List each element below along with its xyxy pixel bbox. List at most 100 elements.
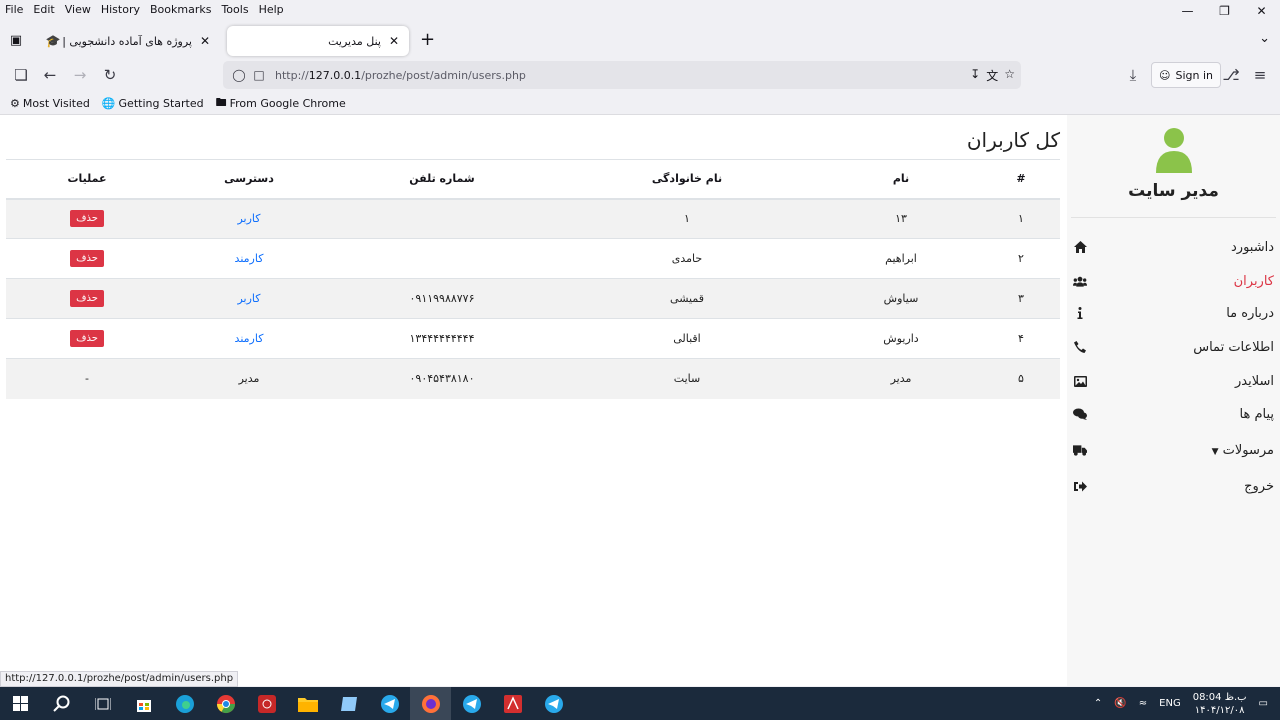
chevron-down-icon[interactable]: ⌄ xyxy=(1259,31,1270,46)
delete-button[interactable]: حذف xyxy=(70,250,104,267)
sidebar-item-logout[interactable]: خروج xyxy=(1073,475,1274,497)
notepad-icon[interactable] xyxy=(328,687,369,720)
notifications-icon[interactable]: ▭ xyxy=(1259,698,1268,709)
menu-history[interactable]: History xyxy=(96,0,145,20)
bookmark-folder-chrome[interactable]: 🖿 From Google Chrome xyxy=(216,94,346,113)
table-row: ۱ ۱۳ ۱ کاربر حذف xyxy=(6,198,1060,239)
tab-admin-panel[interactable]: پنل مدیریت ✕ xyxy=(227,26,409,56)
table-row: ۲ ابراهیم حامدی کارمند حذف xyxy=(6,238,1060,279)
admin-sidebar: مدیر سایت داشبورد کاربران درباره ما اطلا… xyxy=(1067,115,1280,686)
cell-last-name: سایت xyxy=(554,358,820,399)
sidebar-item-dashboard[interactable]: داشبورد xyxy=(1073,236,1274,258)
edge-icon[interactable] xyxy=(164,687,205,720)
tab-strip: ▣ 🎓 پروژه های آماده دانشجویی | دانلود ✕ … xyxy=(0,22,1280,58)
access-link[interactable]: کاربر xyxy=(237,292,260,305)
bookmark-most-visited[interactable]: ⚙ Most Visited xyxy=(10,97,90,110)
tab-title: پروژه های آماده دانشجویی | دانلود xyxy=(60,34,192,48)
telegram-icon[interactable] xyxy=(369,687,410,720)
sidebar-item-contact[interactable]: اطلاعات تماس xyxy=(1073,336,1274,358)
delete-button[interactable]: حذف xyxy=(70,210,104,228)
cell-number: ۴ xyxy=(982,318,1060,359)
file-explorer-icon[interactable] xyxy=(287,687,328,720)
menu-bookmarks[interactable]: Bookmarks xyxy=(145,0,216,20)
cell-number: ۵ xyxy=(982,358,1060,399)
task-view-icon[interactable] xyxy=(82,687,123,720)
clock-date: ۱۴۰۴/۱۲/۰۸ xyxy=(1194,704,1245,716)
sign-in-button[interactable]: ☺ Sign in xyxy=(1151,62,1221,88)
reload-icon[interactable]: ↻ xyxy=(101,66,119,84)
shield-icon[interactable]: ◯ xyxy=(229,68,249,82)
sidebar-item-label: مرسولات xyxy=(1222,442,1274,458)
folder-icon: 🖿 xyxy=(215,96,227,109)
sidebar-toggle-icon[interactable]: ❏ xyxy=(12,66,30,84)
sidebar-item-shipments[interactable]: مرسولات▼ xyxy=(1073,439,1274,461)
close-tab-icon[interactable]: ✕ xyxy=(198,34,212,48)
sidebar-item-about[interactable]: درباره ما xyxy=(1073,302,1274,324)
sidebar-item-messages[interactable]: پیام ها xyxy=(1073,403,1274,425)
close-window-icon[interactable]: ✕ xyxy=(1243,0,1280,22)
home-icon xyxy=(1073,240,1087,254)
address-bar[interactable]: ◯ □ http://127.0.0.1/prozhe/post/admin/u… xyxy=(223,61,1021,89)
forward-arrow-icon[interactable]: → xyxy=(71,66,89,84)
graduation-cap-icon: 🎓 xyxy=(45,34,61,48)
cell-last-name: قمیشی xyxy=(554,278,820,319)
page-icon[interactable]: □ xyxy=(249,68,269,82)
telegram-icon-2[interactable] xyxy=(451,687,492,720)
delete-button[interactable]: حذف xyxy=(70,330,104,347)
admin-name: مدیر سایت xyxy=(1128,181,1219,201)
url-text[interactable]: http://127.0.0.1/prozhe/post/admin/users… xyxy=(275,69,526,82)
chevron-up-icon[interactable]: ⌃ xyxy=(1094,698,1102,709)
app-red-icon[interactable] xyxy=(246,687,287,720)
menu-tools[interactable]: Tools xyxy=(216,0,253,20)
save-page-icon[interactable]: ↧ xyxy=(970,67,980,84)
system-tray: ⌃ 🔇 ≈ ENG 08:04 ب.ظ ۱۴۰۴/۱۲/۰۸ ▭ xyxy=(1094,687,1280,720)
bookmark-getting-started[interactable]: 🌐 Getting Started xyxy=(102,97,204,110)
access-link[interactable]: کارمند xyxy=(235,332,264,345)
close-tab-icon[interactable]: ✕ xyxy=(387,34,401,48)
new-tab-plus-icon[interactable]: + xyxy=(420,31,435,49)
store-icon[interactable] xyxy=(123,687,164,720)
gear-icon: ⚙ xyxy=(10,97,20,110)
cell-number: ۱ xyxy=(982,198,1060,239)
delete-button[interactable]: حذف xyxy=(70,290,104,307)
restore-icon[interactable]: ❐ xyxy=(1206,0,1243,22)
cell-access: کارمند xyxy=(168,238,330,279)
cell-phone: ۰۹۰۴۵۴۳۸۱۸۰ xyxy=(330,358,554,399)
menu-edit[interactable]: Edit xyxy=(28,0,59,20)
bookmarks-toolbar: ⚙ Most Visited 🌐 Getting Started 🖿 From Goo… xyxy=(0,93,1280,115)
access-link[interactable]: کاربر xyxy=(237,212,260,225)
account-icon: ☺ xyxy=(1159,68,1171,82)
firefox-icon[interactable] xyxy=(410,687,451,720)
chrome-icon[interactable] xyxy=(205,687,246,720)
wifi-icon[interactable]: ≈ xyxy=(1139,698,1147,709)
page-title: کل کاربران xyxy=(966,128,1060,152)
menu-file[interactable]: File xyxy=(0,0,28,20)
firefox-view-icon[interactable]: ▣ xyxy=(7,31,25,49)
clock-time: 08:04 ب.ظ xyxy=(1192,691,1247,703)
phone-icon xyxy=(1073,340,1087,354)
back-arrow-icon[interactable]: ← xyxy=(41,66,59,84)
clock[interactable]: 08:04 ب.ظ ۱۴۰۴/۱۲/۰۸ xyxy=(1193,691,1247,717)
sidebar-item-label: پیام ها xyxy=(1239,406,1275,422)
acrobat-icon[interactable] xyxy=(492,687,533,720)
downloads-icon[interactable]: ⤓ xyxy=(1124,66,1142,84)
minimize-icon[interactable]: — xyxy=(1169,0,1206,22)
divider xyxy=(1071,217,1276,218)
search-icon[interactable] xyxy=(41,687,82,720)
menu-help[interactable]: Help xyxy=(254,0,289,20)
star-bookmark-icon[interactable]: ☆ xyxy=(1004,67,1015,84)
extensions-icon[interactable]: ⎇ xyxy=(1222,66,1240,84)
telegram-icon-3[interactable] xyxy=(533,687,574,720)
hamburger-menu-icon[interactable]: ≡ xyxy=(1251,66,1269,84)
sidebar-item-slider[interactable]: اسلایدر xyxy=(1073,370,1274,392)
menu-view[interactable]: View xyxy=(60,0,96,20)
translate-icon[interactable]: 文 xyxy=(986,67,998,84)
table-row: ۵ مدیر سایت ۰۹۰۴۵۴۳۸۱۸۰ مدیر - xyxy=(6,358,1060,399)
windows-start-icon[interactable] xyxy=(0,687,41,720)
volume-muted-icon[interactable]: 🔇 xyxy=(1114,698,1126,709)
tab-projects[interactable]: 🎓 پروژه های آماده دانشجویی | دانلود ✕ xyxy=(38,26,220,56)
sidebar-item-users[interactable]: کاربران xyxy=(1073,270,1274,292)
comments-icon xyxy=(1073,407,1087,421)
language-indicator[interactable]: ENG xyxy=(1159,698,1181,709)
access-link[interactable]: کارمند xyxy=(235,252,264,265)
